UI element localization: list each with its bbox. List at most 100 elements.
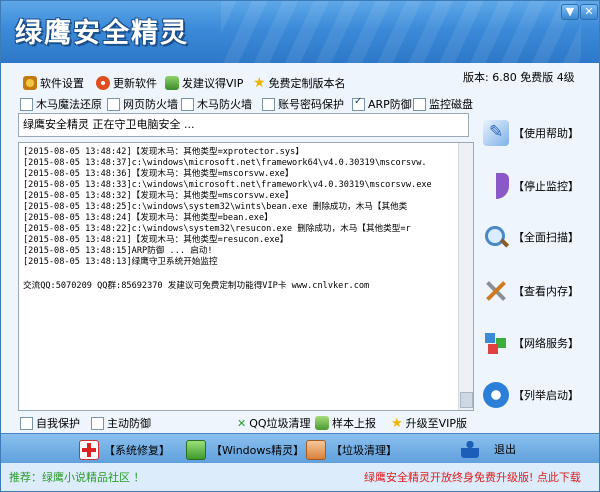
title-decoration [221, 1, 581, 63]
network-icon [483, 330, 509, 356]
check-label: 账号密码保护 [278, 98, 344, 111]
checkbox-box[interactable] [91, 416, 104, 430]
scroll-thumb[interactable] [460, 392, 473, 408]
log-line: [2015-08-05 13:48:13]绿鹰守卫系统开始监控 [23, 257, 218, 267]
bottom-toolbar: 【系统修复】 【Windows精灵】 【垃圾清理】 退出 [1, 433, 599, 464]
check-active-defense[interactable]: 主动防御 [91, 415, 151, 431]
windows-wizard-button[interactable]: 【Windows精灵】 [186, 440, 304, 460]
box-icon [306, 440, 326, 460]
log-line: [2015-08-05 13:48:24]【发现木马：其他类型=bean.exe… [23, 213, 273, 223]
check-label: 木马防火墙 [197, 98, 252, 111]
qq-clean-label: QQ垃圾清理 [249, 417, 311, 430]
version-label: 版本: 6.80 免费版 4级 [463, 71, 575, 84]
log-lines: [2015-08-05 13:48:42]【发现木马：其他类型=xprotect… [23, 147, 459, 268]
network-service-button[interactable]: 【网络服务】 [483, 323, 593, 363]
star-icon: ★ [253, 75, 266, 91]
check-label: ARP防御 [368, 98, 412, 111]
check-disk-monitor[interactable]: 监控磁盘 [413, 96, 473, 112]
help-icon: ✎ [483, 120, 509, 146]
check-trojan-restore[interactable]: 木马魔法还原 [20, 96, 102, 112]
custom-version-label: 免费定制版本名 [268, 77, 346, 90]
check-label: 自我保护 [36, 417, 80, 430]
update-button[interactable]: 更新软件 [96, 75, 157, 91]
broom-icon: ✕ [237, 416, 247, 430]
tools-icon [483, 278, 509, 304]
checkbox-box[interactable] [262, 97, 275, 111]
check-arp-defense[interactable]: ARP防御 [352, 96, 412, 112]
check-label: 网页防火墙 [123, 98, 178, 111]
report-icon [315, 416, 329, 430]
report-sample-button[interactable]: 样本上报 [315, 415, 376, 431]
check-label: 监控磁盘 [429, 98, 473, 111]
view-memory-label: 【查看内存】 [513, 285, 579, 298]
qq-clean-button[interactable]: ✕ QQ垃圾清理 [237, 415, 311, 431]
system-repair-button[interactable]: 【系统修复】 [79, 440, 170, 460]
check-label: 主动防御 [107, 417, 151, 430]
network-service-label: 【网络服务】 [513, 337, 579, 350]
log-line: [2015-08-05 13:48:33]c:\windows\microsof… [23, 180, 432, 190]
full-scan-button[interactable]: 【全面扫描】 [483, 217, 593, 257]
log-panel[interactable]: [2015-08-05 13:48:42]【发现木马：其他类型=xprotect… [18, 142, 474, 411]
main-window: 绿鹰安全精灵 ▼ ✕ 软件设置 更新软件 发建议得VIP ★ 免费定制版本名 版… [0, 0, 600, 492]
magnifier-icon [483, 224, 510, 250]
exit-button[interactable]: 退出 [461, 440, 516, 458]
full-scan-label: 【全面扫描】 [513, 231, 579, 244]
status-field: 绿鹰安全精灵 正在守卫电脑安全 ... [18, 113, 469, 137]
log-line: [2015-08-05 13:48:22]c:\windows\system32… [23, 224, 411, 234]
list-startup-label: 【列举启动】 [513, 389, 579, 402]
upgrade-vip-button[interactable]: ★ 升级至VIP版 [391, 415, 467, 431]
view-memory-button[interactable]: 【查看内存】 [483, 271, 593, 311]
title-bar: 绿鹰安全精灵 ▼ ✕ [1, 1, 599, 63]
exit-person-icon [461, 440, 479, 458]
settings-label: 软件设置 [40, 77, 84, 90]
check-self-protect[interactable]: 自我保护 [20, 415, 80, 431]
checkbox-box[interactable] [352, 96, 365, 111]
log-line: [2015-08-05 13:48:21]【发现木马：其他类型=resucon.… [23, 235, 289, 245]
log-line: [2015-08-05 13:48:42]【发现木马：其他类型=xprotect… [23, 147, 304, 157]
checkbox-box[interactable] [181, 97, 194, 111]
suggest-label: 发建议得VIP [182, 77, 244, 90]
log-scrollbar[interactable] [458, 143, 473, 410]
window-title: 绿鹰安全精灵 [15, 18, 189, 49]
check-account-protect[interactable]: 账号密码保护 [262, 96, 344, 112]
checkbox-box[interactable] [20, 97, 33, 111]
junk-clean-button[interactable]: 【垃圾清理】 [306, 440, 397, 460]
report-label: 样本上报 [332, 417, 376, 430]
star-icon: ★ [391, 415, 403, 431]
settings-button[interactable]: 软件设置 [23, 75, 84, 91]
help-label: 【使用帮助】 [513, 127, 579, 140]
check-web-firewall[interactable]: 网页防火墙 [107, 96, 178, 112]
log-line: [2015-08-05 13:48:32]【发现木马：其他类型=mscorsvw… [23, 191, 294, 201]
custom-version-button[interactable]: ★ 免费定制版本名 [253, 75, 346, 91]
download-link[interactable]: 绿鹰安全精灵开放终身免费升级版! 点此下载 [364, 469, 581, 485]
list-startup-button[interactable]: 【列举启动】 [483, 375, 593, 415]
log-line: [2015-08-05 13:48:25]c:\windows\system32… [23, 202, 408, 212]
shield-icon [483, 173, 509, 199]
startup-gear-icon [483, 382, 509, 408]
check-trojan-firewall[interactable]: 木马防火墙 [181, 96, 252, 112]
log-line: [2015-08-05 13:48:15]ARP防御 ... 启动! [23, 246, 213, 256]
system-repair-label: 【系统修复】 [104, 444, 170, 457]
suggest-button[interactable]: 发建议得VIP [165, 75, 243, 91]
check-label: 木马魔法还原 [36, 98, 102, 111]
first-aid-icon [79, 440, 99, 460]
stop-monitor-button[interactable]: 【停止监控】 [483, 166, 593, 206]
exit-label: 退出 [494, 443, 516, 456]
upgrade-label: 升级至VIP版 [405, 417, 468, 430]
recommend-link[interactable]: 推荐：绿鹰小说精品社区 ！ [9, 469, 145, 485]
close-button[interactable]: ✕ [580, 4, 598, 20]
settings-icon [23, 76, 37, 90]
help-button[interactable]: ✎ 【使用帮助】 [483, 113, 593, 153]
windows-wizard-label: 【Windows精灵】 [211, 444, 305, 457]
log-line: [2015-08-05 13:48:36]【发现木马：其他类型=mscorsvw… [23, 169, 294, 179]
footer: 推荐：绿鹰小说精品社区 ！ 绿鹰安全精灵开放终身免费升级版! 点此下载 [1, 463, 599, 491]
minimize-button[interactable]: ▼ [561, 4, 579, 20]
checkbox-box[interactable] [413, 97, 426, 111]
checkbox-box[interactable] [20, 416, 33, 430]
log-contact-line: 交流QQ:5070209 QQ群:85692370 发建议可免费定制功能得VIP… [23, 281, 370, 291]
stop-monitor-label: 【停止监控】 [513, 180, 579, 193]
log-line: [2015-08-05 13:48:37]c:\windows\microsof… [23, 158, 427, 168]
suggest-icon [165, 76, 179, 90]
checkbox-box[interactable] [107, 97, 120, 111]
monitor-icon [186, 440, 206, 460]
